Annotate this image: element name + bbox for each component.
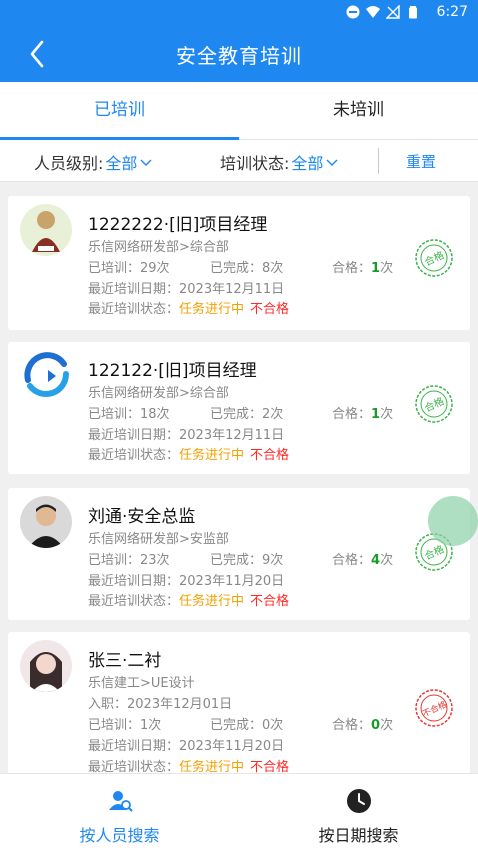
result-status: 不合格 [250,594,290,609]
no-signal-icon [386,5,400,19]
join-date: 入职：2023年12月01日 [88,697,233,712]
avatar [20,350,72,402]
last-training-status: 最近培训状态：任务进行中 不合格 [88,448,290,463]
result-status: 不合格 [250,760,290,773]
app-bar: 安全教育培训 [0,26,478,82]
nav-search-by-person[interactable]: 按人员搜索 [0,774,239,851]
passed-count: 合格：1次 [332,261,394,276]
task-status: 任务进行中 [179,448,245,463]
avatar [20,640,72,692]
person-card[interactable]: 1222222·[旧]项目经理 乐信网络研发部>综合部 已培训：29次 已完成：… [8,196,470,330]
wifi-icon [366,6,380,18]
filter-divider [378,148,379,174]
tab-trained[interactable]: 已培训 [0,82,239,140]
last-training-date: 最近培训日期：2023年12月11日 [88,282,285,297]
reset-button[interactable]: 重置 [406,151,436,172]
chevron-down-icon [326,159,338,166]
trained-count: 已培训：1次 [88,718,162,733]
last-training-status: 最近培训状态：任务进行中 不合格 [88,760,290,773]
filter-bar: 人员级别: 全部 培训状态: 全部 重置 [0,140,478,182]
task-status: 任务进行中 [179,760,245,773]
chevron-down-icon [140,159,152,166]
nav-search-by-date[interactable]: 按日期搜索 [239,774,478,851]
person-dept: 乐信网络研发部>安监部 [88,532,229,547]
person-dept: 乐信网络研发部>综合部 [88,240,229,255]
avatar [20,204,72,256]
status-filter-label: 培训状态: [220,154,290,173]
person-card[interactable]: 刘通·安全总监 乐信网络研发部>安监部 已培训：23次 已完成：9次 合格：4次… [8,488,470,620]
last-training-date: 最近培训日期：2023年11月20日 [88,574,285,589]
nav-date-label: 按日期搜索 [318,826,399,845]
passed-count: 合格：4次 [332,553,394,568]
person-card[interactable]: 张三·二衬 乐信建工>UE设计 入职：2023年12月01日 已培训：1次 已完… [8,632,470,773]
person-dept: 乐信建工>UE设计 [88,676,195,691]
tab-untrained[interactable]: 未培训 [239,82,478,140]
status-time: 6:27 [436,4,468,20]
floating-action-button[interactable] [428,496,478,546]
person-dept: 乐信网络研发部>综合部 [88,386,229,401]
result-status: 不合格 [250,302,290,317]
trained-count: 已培训：29次 [88,261,170,276]
passed-count: 合格：0次 [332,718,394,733]
trained-count: 已培训：18次 [88,407,170,422]
completed-count: 已完成：2次 [210,407,284,422]
person-search-icon [109,791,133,812]
last-training-date: 最近培训日期：2023年12月11日 [88,428,285,443]
level-filter-value: 全部 [105,154,138,173]
passed-count: 合格：1次 [332,407,394,422]
person-list[interactable]: 1222222·[旧]项目经理 乐信网络研发部>综合部 已培训：29次 已完成：… [0,182,478,773]
svg-text:合格: 合格 [422,394,446,414]
avatar [20,496,72,548]
status-filter[interactable]: 培训状态: 全部 [220,150,339,174]
svg-text:合格: 合格 [422,542,446,562]
dnd-icon [346,5,360,19]
svg-text:不合格: 不合格 [421,699,449,720]
status-icons [346,5,420,19]
last-training-status: 最近培训状态：任务进行中 不合格 [88,594,290,609]
person-name: 122122·[旧]项目经理 [88,361,257,381]
result-status: 不合格 [250,448,290,463]
nav-person-label: 按人员搜索 [79,826,160,845]
person-name: 刘通·安全总监 [88,507,196,527]
status-filter-value: 全部 [291,154,324,173]
person-card[interactable]: 122122·[旧]项目经理 乐信网络研发部>综合部 已培训：18次 已完成：2… [8,342,470,474]
pass-stamp-icon: 合格 [415,239,453,277]
level-filter-label: 人员级别: [34,154,104,173]
trained-count: 已培训：23次 [88,553,170,568]
status-bar: 6:27 [0,0,478,26]
level-filter[interactable]: 人员级别: 全部 [34,150,153,174]
task-status: 任务进行中 [179,302,245,317]
fail-stamp-icon: 不合格 [415,689,453,727]
clock-icon [347,789,371,813]
task-status: 任务进行中 [179,594,245,609]
svg-text:合格: 合格 [422,248,446,268]
last-training-date: 最近培训日期：2023年11月20日 [88,739,285,754]
completed-count: 已完成：8次 [210,261,284,276]
completed-count: 已完成：9次 [210,553,284,568]
person-name: 张三·二衬 [88,651,162,671]
person-name: 1222222·[旧]项目经理 [88,215,268,235]
pass-stamp-icon: 合格 [415,385,453,423]
page-title: 安全教育培训 [176,44,302,68]
battery-icon [409,6,417,19]
last-training-status: 最近培训状态：任务进行中 不合格 [88,302,290,317]
bottom-nav: 按人员搜索 按日期搜索 [0,773,478,851]
completed-count: 已完成：0次 [210,718,284,733]
tab-bar: 已培训 未培训 [0,82,478,140]
